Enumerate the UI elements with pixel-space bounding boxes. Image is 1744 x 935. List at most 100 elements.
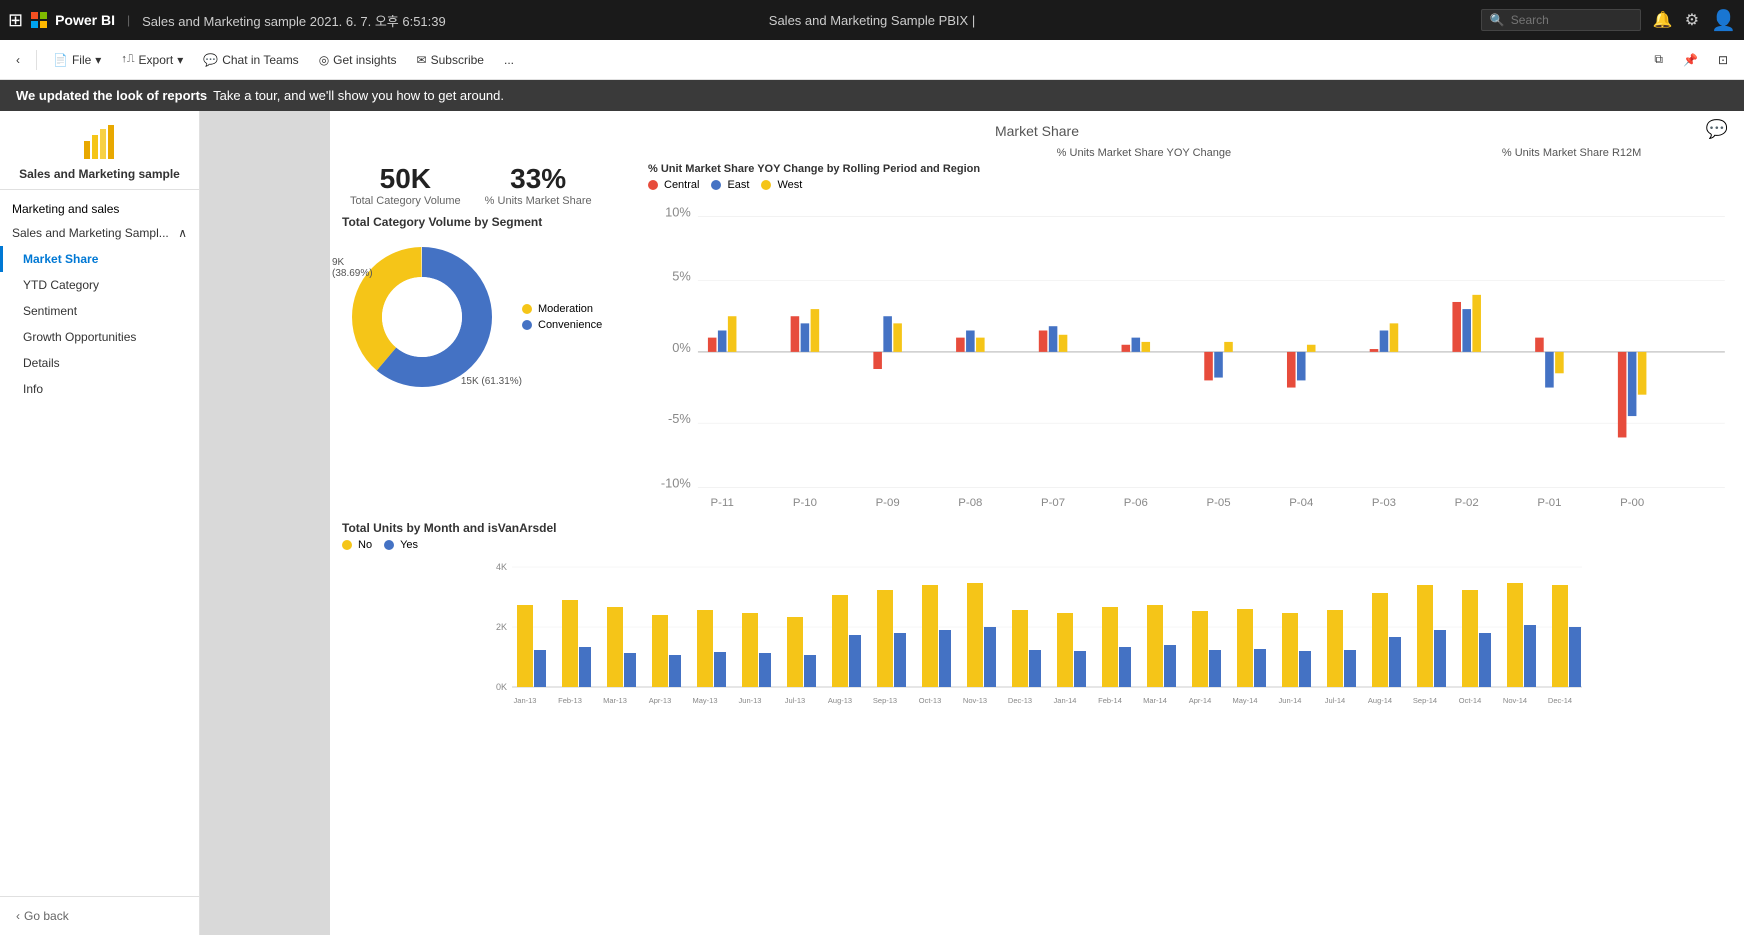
- go-back-button[interactable]: ‹ Go back: [12, 905, 187, 927]
- export-chevron: ▾: [177, 53, 183, 67]
- svg-text:P-11: P-11: [711, 497, 734, 509]
- file-button[interactable]: 📄 File ▾: [45, 49, 109, 71]
- sidebar-item-sentiment[interactable]: Sentiment: [0, 298, 199, 324]
- search-box[interactable]: 🔍: [1481, 9, 1641, 31]
- donut-chart: Total Category Volume by Segment 9K (38.…: [342, 215, 632, 397]
- legend-central-label: Central: [664, 179, 699, 191]
- file-icon: 📄: [53, 53, 68, 67]
- legend-moderation-label: Moderation: [538, 303, 593, 315]
- sidebar: Sales and Marketing sample Marketing and…: [0, 111, 200, 935]
- svg-text:Jun-13: Jun-13: [739, 696, 762, 705]
- legend-yes-dot: [384, 540, 394, 550]
- search-icon: 🔍: [1490, 13, 1505, 27]
- kpi-volume-value: 50K: [350, 163, 461, 195]
- yoy-header: % Units Market Share YOY Change % Units …: [342, 147, 1732, 159]
- kpi-share-value: 33%: [485, 163, 592, 195]
- svg-text:Nov-14: Nov-14: [1503, 696, 1527, 705]
- sidebar-item-details[interactable]: Details: [0, 350, 199, 376]
- powerbi-logo-icon: [80, 123, 120, 163]
- svg-text:P-01: P-01: [1537, 497, 1561, 509]
- export-button[interactable]: ↑⎍ Export ▾: [113, 49, 191, 71]
- collapse-button[interactable]: ⧉: [1646, 48, 1671, 71]
- svg-text:P-08: P-08: [958, 497, 982, 509]
- sidebar-item-ytd[interactable]: YTD Category: [0, 272, 199, 298]
- svg-text:-5%: -5%: [668, 411, 691, 426]
- svg-text:Feb-13: Feb-13: [558, 696, 582, 705]
- subscribe-icon: ✉: [417, 53, 427, 67]
- units-chart-svg: 4K 2K 0K: [342, 555, 1732, 715]
- sidebar-item-info[interactable]: Info: [0, 376, 199, 402]
- sidebar-item-info-label: Info: [23, 382, 43, 396]
- sidebar-logo-title: Sales and Marketing sample: [19, 167, 180, 181]
- svg-text:Sep-14: Sep-14: [1413, 696, 1437, 705]
- legend-east: East: [711, 179, 749, 191]
- legend-west: West: [761, 179, 802, 191]
- chat-button[interactable]: 💬 Chat in Teams: [195, 49, 306, 71]
- svg-text:4K: 4K: [496, 562, 507, 572]
- svg-text:Feb-14: Feb-14: [1098, 696, 1122, 705]
- topbar-right: 🔍 🔔 ⚙ 👤: [1481, 8, 1736, 33]
- more-label: ...: [504, 53, 514, 67]
- svg-text:Aug-13: Aug-13: [828, 696, 852, 705]
- bell-icon[interactable]: 🔔: [1653, 10, 1673, 30]
- more-button[interactable]: ...: [496, 49, 522, 71]
- file-label: File: [72, 53, 91, 67]
- legend-yes-label: Yes: [400, 539, 418, 551]
- legend-east-label: East: [727, 179, 749, 191]
- sidebar-item-marketing[interactable]: Marketing and sales: [0, 198, 199, 220]
- main-layout: Sales and Marketing sample Marketing and…: [0, 111, 1744, 935]
- svg-text:5%: 5%: [672, 269, 691, 284]
- comment-icon[interactable]: 💬: [1706, 119, 1728, 140]
- svg-text:P-02: P-02: [1455, 497, 1479, 509]
- sidebar-item-market-share-label: Market Share: [23, 252, 98, 266]
- svg-text:P-00: P-00: [1620, 497, 1644, 509]
- gray-thumbnail-panel: [200, 111, 330, 935]
- legend-no-label: No: [358, 539, 372, 551]
- sidebar-footer: ‹ Go back: [0, 896, 199, 935]
- subscribe-button[interactable]: ✉ Subscribe: [409, 49, 492, 71]
- svg-text:Dec-14: Dec-14: [1548, 696, 1572, 705]
- svg-text:P-05: P-05: [1206, 497, 1230, 509]
- collapse-icon: ⧉: [1654, 52, 1663, 67]
- legend-convenience-dot: [522, 320, 532, 330]
- sidebar-item-marketing-label: Marketing and sales: [12, 202, 119, 216]
- svg-text:Oct-14: Oct-14: [1459, 696, 1482, 705]
- user-icon[interactable]: 👤: [1711, 8, 1736, 33]
- svg-text:May-14: May-14: [1232, 696, 1257, 705]
- svg-text:P-10: P-10: [793, 497, 817, 509]
- grid-menu-button[interactable]: ⊞: [8, 10, 23, 31]
- sidebar-nav: Marketing and sales Sales and Marketing …: [0, 190, 199, 410]
- svg-text:P-06: P-06: [1124, 497, 1148, 509]
- notif-bold: We updated the look of reports: [16, 88, 207, 103]
- back-button[interactable]: ‹: [8, 49, 28, 71]
- kpi-share: 33% % Units Market Share: [485, 163, 592, 207]
- sidebar-group-sales[interactable]: Sales and Marketing Sampl... ∧: [0, 220, 199, 246]
- svg-text:Nov-13: Nov-13: [963, 696, 987, 705]
- expand-icon: ⊡: [1718, 53, 1728, 67]
- pin-button[interactable]: 📌: [1675, 48, 1706, 71]
- export-label: Export: [139, 53, 174, 67]
- yoy-header-right: % Units Market Share R12M: [1411, 147, 1732, 159]
- svg-text:P-04: P-04: [1289, 497, 1314, 509]
- svg-text:0K: 0K: [496, 682, 507, 692]
- donut-title: Total Category Volume by Segment: [342, 215, 632, 229]
- search-input[interactable]: [1511, 13, 1632, 27]
- back-icon: ‹: [16, 53, 20, 67]
- sidebar-item-growth[interactable]: Growth Opportunities: [0, 324, 199, 350]
- sidebar-logo: Sales and Marketing sample: [0, 111, 199, 190]
- settings-icon[interactable]: ⚙: [1685, 10, 1699, 30]
- legend-east-dot: [711, 180, 721, 190]
- svg-text:P-03: P-03: [1372, 497, 1396, 509]
- sidebar-item-details-label: Details: [23, 356, 60, 370]
- insights-button[interactable]: ◎ Get insights: [311, 49, 405, 71]
- sidebar-item-market-share[interactable]: Market Share: [0, 246, 199, 272]
- go-back-icon: ‹: [16, 909, 20, 923]
- sidebar-item-growth-label: Growth Opportunities: [23, 330, 136, 344]
- legend-central-dot: [648, 180, 658, 190]
- expand-button[interactable]: ⊡: [1710, 48, 1736, 71]
- file-chevron: ▾: [95, 53, 101, 67]
- report-title: Market Share: [342, 123, 1732, 139]
- legend-central: Central: [648, 179, 699, 191]
- legend-convenience: Convenience: [522, 319, 602, 331]
- svg-text:Mar-13: Mar-13: [603, 696, 627, 705]
